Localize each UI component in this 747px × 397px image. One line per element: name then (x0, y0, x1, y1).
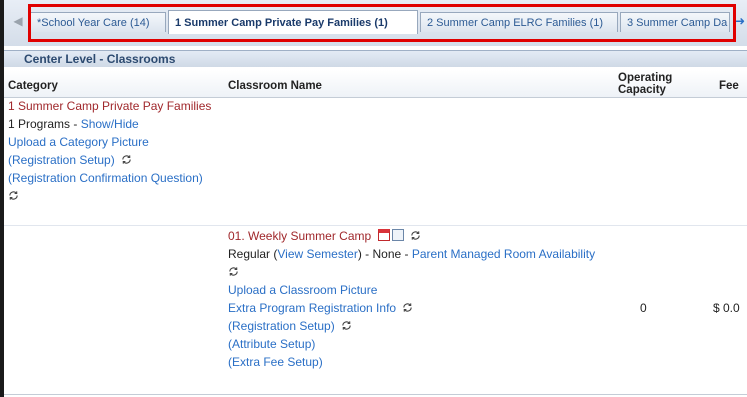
category-name: 1 Summer Camp Private Pay Families (8, 99, 212, 113)
column-header-category[interactable]: Category (8, 80, 58, 92)
copy-icon[interactable] (391, 229, 404, 241)
section-header: Center Level - Classrooms (4, 50, 747, 67)
tab-summer-camp-elrc[interactable]: 2 Summer Camp ELRC Families (1) (420, 12, 618, 32)
column-header-operating-capacity[interactable]: Operating Capacity (618, 72, 688, 96)
regular-label: Regular ( (228, 247, 278, 261)
registration-confirmation-question-link[interactable]: (Registration Confirmation Question) (8, 169, 211, 187)
section-title: Center Level - Classrooms (24, 52, 176, 66)
column-header-classroom-name[interactable]: Classroom Name (228, 80, 322, 92)
scroll-right-icon[interactable]: ➜ (732, 12, 747, 30)
category-registration-setup-link[interactable]: (Registration Setup) (8, 153, 115, 167)
column-header-row: Category Classroom Name Operating Capaci… (4, 70, 747, 98)
row-divider (4, 225, 747, 226)
tab-school-year-care[interactable]: *School Year Care (14) (30, 12, 166, 32)
tab-bar: ◀ *School Year Care (14) 1 Summer Camp P… (4, 0, 747, 46)
upload-category-picture-link[interactable]: Upload a Category Picture (8, 133, 211, 151)
category-cell: 1 Summer Camp Private Pay Families 1 Pro… (8, 97, 211, 205)
show-hide-link[interactable]: Show/Hide (81, 117, 139, 131)
parent-managed-room-availability-link[interactable]: Parent Managed Room Availability (412, 247, 595, 261)
column-header-fee[interactable]: Fee (719, 80, 739, 92)
view-semester-link[interactable]: View Semester (277, 247, 357, 261)
refresh-icon[interactable] (8, 190, 19, 201)
tab-summer-camp-private-pay[interactable]: 1 Summer Camp Private Pay Families (1) (168, 10, 418, 34)
classroom-cell: 01. Weekly Summer Camp Regular (View Sem… (228, 227, 595, 371)
table-bottom-border (4, 394, 747, 395)
refresh-icon[interactable] (410, 230, 421, 241)
none-label: ) - None - (357, 247, 412, 261)
refresh-icon[interactable] (121, 154, 132, 165)
upload-classroom-picture-link[interactable]: Upload a Classroom Picture (228, 281, 595, 299)
classroom-name: 01. Weekly Summer Camp (228, 229, 372, 243)
scroll-left-icon[interactable]: ◀ (10, 12, 26, 30)
refresh-icon[interactable] (341, 320, 352, 331)
classroom-registration-setup-link[interactable]: (Registration Setup) (228, 319, 335, 333)
programs-count: 1 Programs - (8, 117, 81, 131)
fee-value: $ 0.0 (713, 301, 740, 315)
calendar-icon[interactable] (377, 229, 390, 241)
tab-summer-camp-da[interactable]: 3 Summer Camp Da (620, 12, 730, 32)
operating-capacity-value: 0 (640, 301, 647, 315)
attribute-setup-link[interactable]: (Attribute Setup) (228, 335, 595, 353)
refresh-icon[interactable] (402, 302, 413, 313)
extra-fee-setup-link[interactable]: (Extra Fee Setup) (228, 353, 595, 371)
refresh-icon[interactable] (228, 266, 239, 277)
extra-program-registration-info-link[interactable]: Extra Program Registration Info (228, 301, 396, 315)
